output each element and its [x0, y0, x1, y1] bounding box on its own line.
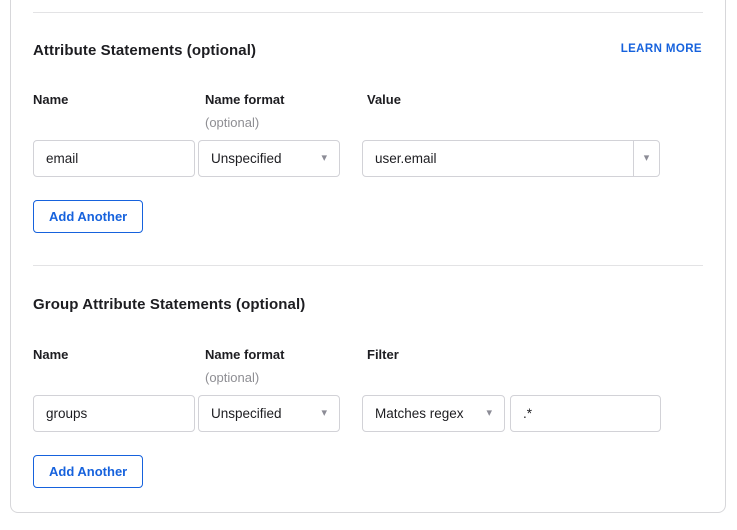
group-attribute-name-format-selected: Unspecified [211, 406, 282, 421]
learn-more-link[interactable]: LEARN MORE [621, 43, 702, 55]
column-header-name-format-optional: (optional) [205, 115, 259, 130]
attribute-value-dropdown-button[interactable]: ▾ [633, 141, 659, 176]
settings-card [10, 0, 726, 513]
chevron-down-icon: ▾ [644, 153, 650, 164]
saml-settings-panel: Attribute Statements (optional) LEARN MO… [0, 0, 737, 530]
column-header-name-format: Name format [205, 92, 284, 107]
section-divider [33, 265, 703, 266]
attribute-name-input[interactable] [33, 140, 195, 177]
attribute-value-combobox: ▾ [362, 140, 660, 177]
column-header-name-format-optional: (optional) [205, 370, 259, 385]
group-filter-type-selected: Matches regex [375, 406, 464, 421]
section-divider [33, 12, 703, 13]
add-another-group-attribute-button[interactable]: Add Another [33, 455, 143, 488]
group-filter-value-input[interactable] [510, 395, 661, 432]
chevron-down-icon: ▾ [321, 408, 327, 419]
group-attribute-statements-title: Group Attribute Statements (optional) [33, 296, 305, 313]
group-attribute-name-input[interactable] [33, 395, 195, 432]
add-another-attribute-button[interactable]: Add Another [33, 200, 143, 233]
chevron-down-icon: ▾ [486, 408, 492, 419]
column-header-name-format: Name format [205, 347, 284, 362]
column-header-name: Name [33, 347, 68, 362]
chevron-down-icon: ▾ [321, 153, 327, 164]
column-header-filter: Filter [367, 347, 399, 362]
column-header-value: Value [367, 92, 401, 107]
attribute-name-format-select[interactable]: Unspecified ▾ [198, 140, 340, 177]
group-filter-type-select[interactable]: Matches regex ▾ [362, 395, 505, 432]
attribute-value-input[interactable] [363, 141, 633, 176]
group-attribute-name-format-select[interactable]: Unspecified ▾ [198, 395, 340, 432]
column-header-name: Name [33, 92, 68, 107]
attribute-name-format-selected: Unspecified [211, 151, 282, 166]
attribute-statements-title: Attribute Statements (optional) [33, 42, 256, 59]
